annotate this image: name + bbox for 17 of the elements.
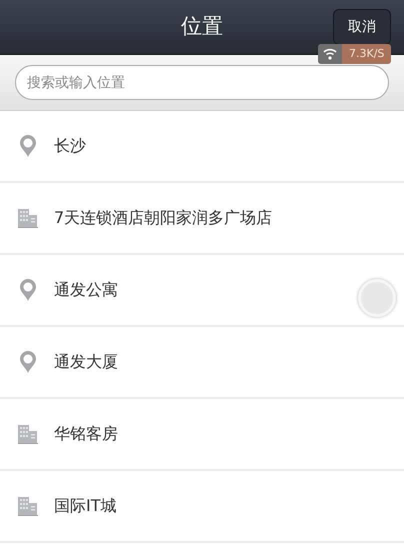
- map-pin-icon: [18, 278, 36, 302]
- building-icon: [18, 424, 38, 444]
- location-name: 长沙: [54, 135, 86, 157]
- location-name: 通发公寓: [54, 279, 118, 301]
- location-name: 华铭客房: [54, 423, 118, 445]
- map-pin-icon: [18, 350, 36, 374]
- map-pin-icon: [18, 134, 36, 158]
- location-name: 7天连锁酒店朝阳家润多广场店: [54, 207, 272, 229]
- speed-text: 7.3K/S: [342, 44, 392, 64]
- cancel-button[interactable]: 取消: [333, 9, 391, 45]
- search-field[interactable]: 搜索或输入位置: [15, 65, 389, 100]
- building-icon: [18, 208, 38, 228]
- building-icon: [18, 496, 38, 516]
- wifi-icon: [323, 48, 337, 60]
- page-title: 位置: [181, 13, 223, 40]
- location-name: 国际IT城: [54, 495, 116, 517]
- location-name: 通发大厦: [54, 351, 118, 373]
